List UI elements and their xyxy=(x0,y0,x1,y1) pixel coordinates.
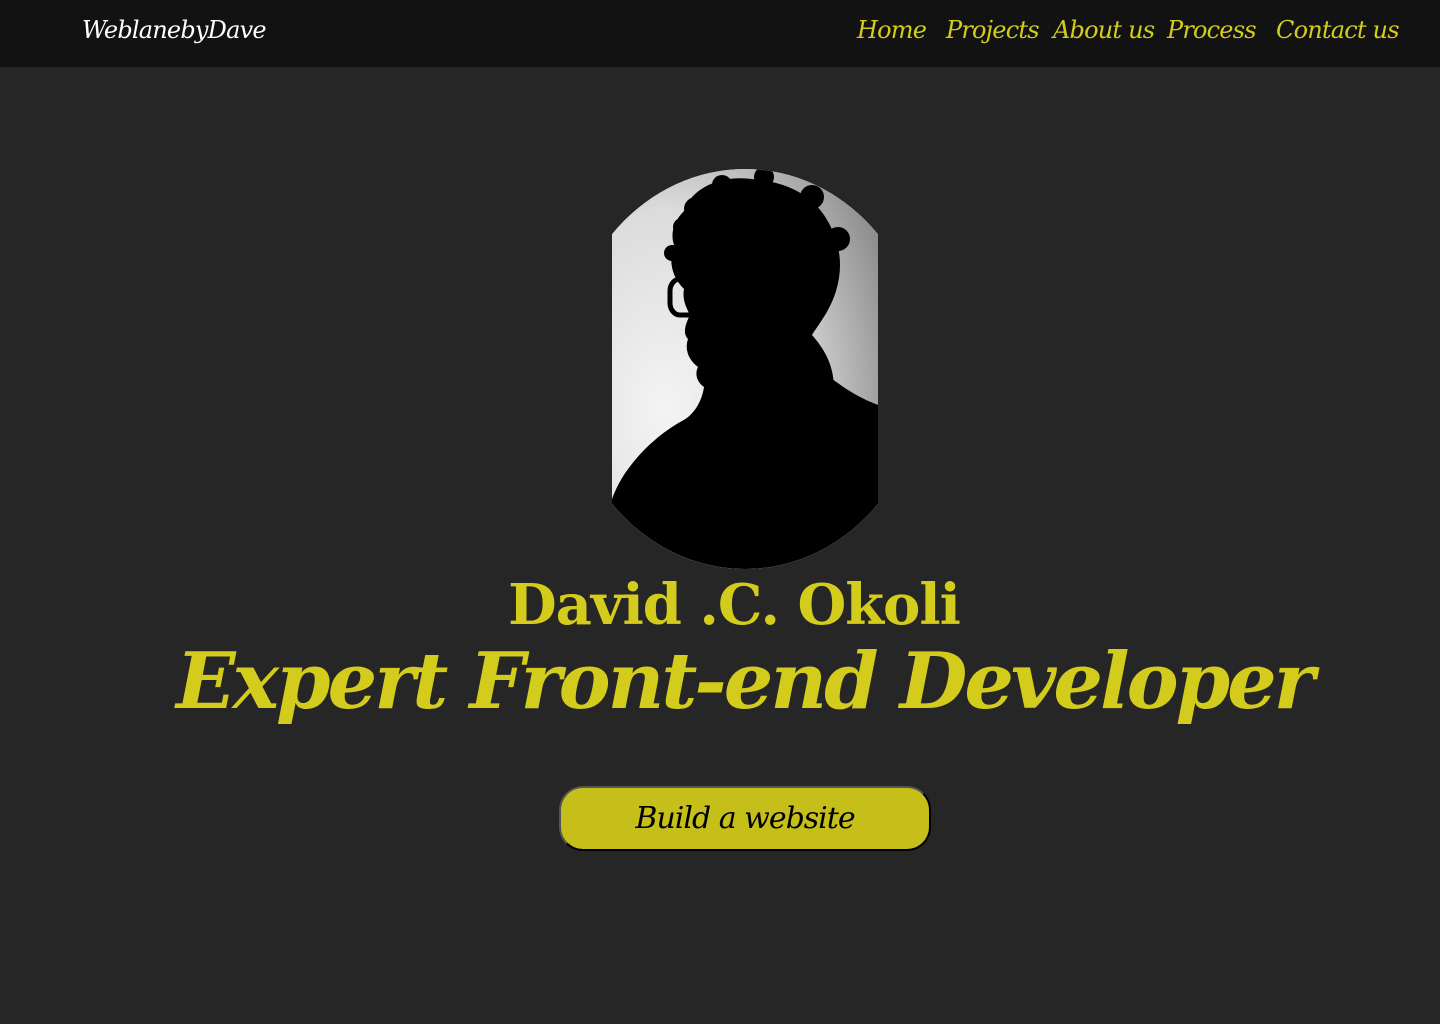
nav-link-home[interactable]: Home xyxy=(857,16,927,44)
nav-link-about-us[interactable]: About us xyxy=(1053,16,1155,44)
nav-link-contact-us[interactable]: Contact us xyxy=(1276,16,1400,44)
nav-link-projects[interactable]: Projects xyxy=(946,16,1040,44)
nav-link-process[interactable]: Process xyxy=(1167,16,1257,44)
build-website-button[interactable]: Build a website xyxy=(559,786,931,851)
hero-name: David .C. Okoli xyxy=(508,572,961,638)
hero-title: Expert Front-end Developer xyxy=(176,636,1315,727)
profile-portrait xyxy=(612,169,878,569)
silhouette-portrait-icon xyxy=(612,169,878,569)
site-logo[interactable]: WeblanebyDave xyxy=(82,16,267,44)
top-navbar: WeblanebyDave Home Projects About us Pro… xyxy=(0,0,1440,67)
